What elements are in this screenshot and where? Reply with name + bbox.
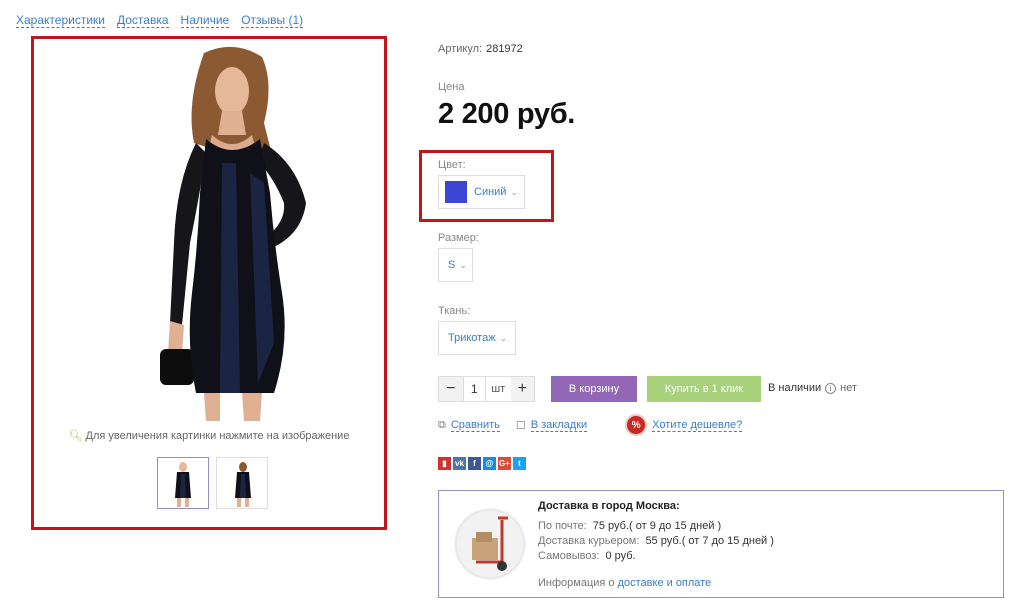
sku: Артикул: 281972 [438,43,523,55]
main-product-photo[interactable] [124,43,344,421]
qty-input[interactable]: 1 [462,377,487,401]
tab-characteristics[interactable]: Характеристики [16,13,105,28]
fabric-label: Ткань: [438,305,471,317]
qty-plus-button[interactable]: + [510,377,534,401]
add-to-cart-button[interactable]: В корзину [551,376,637,402]
info-icon[interactable]: i [825,382,837,394]
compare-icon: ⧉ [438,418,446,431]
discount-percent-icon: % [625,414,648,436]
product-gallery: 🔍︎ Для увеличения картинки нажмите на изо… [31,36,387,530]
tab-availability[interactable]: Наличие [180,13,230,28]
zoom-hint-text: Для увеличения картинки нажмите на изобр… [85,430,350,442]
google-plus-icon[interactable]: G+ [498,457,511,470]
product-tabs: Характеристики Доставка Наличие Отзывы (… [16,13,304,28]
delivery-row-pickup: Самовывоз: 0 руб. [538,550,636,562]
fabric-select[interactable]: Трикотаж ⌄ [438,321,516,355]
quantity-stepper: − 1 шт + [438,376,535,402]
bookmarks-link[interactable]: В закладки [530,419,588,432]
fabric-value: Трикотаж [448,332,496,344]
delivery-row-courier: Доставка курьером: 55 руб.( от 7 до 15 дн… [538,535,774,547]
chevron-down-icon: ⌄ [459,259,467,270]
delivery-payment-link[interactable]: доставке и оплате [618,577,712,589]
size-value: S [448,259,456,271]
buy-one-click-button[interactable]: Купить в 1 клик [647,376,761,402]
qty-minus-button[interactable]: − [439,377,463,401]
facebook-icon[interactable]: f [468,457,481,470]
price-label: Цена [438,81,465,93]
size-label: Размер: [438,232,479,244]
size-select[interactable]: S ⌄ [438,248,473,282]
vk-icon[interactable]: vk [453,457,466,470]
qty-unit: шт [491,383,506,395]
thumbnail-2[interactable] [216,457,268,509]
color-highlight-frame [419,150,554,222]
want-cheaper-link[interactable]: Хотите дешевле? [652,419,743,432]
product-actions: ⧉ Сравнить ☐ В закладки % Хотите дешевле… [438,413,743,437]
twitter-icon[interactable]: t [513,457,526,470]
thumbnail-1[interactable] [157,457,209,509]
delivery-info-box: Доставка в город Москва: По почте: 75 руб… [438,490,1004,598]
hand-truck-icon [454,508,526,580]
bookmark-share-icon[interactable]: ▮ [438,457,451,470]
thumbnail-strip [157,457,268,509]
delivery-title: Доставка в город Москва: [538,500,680,512]
tab-reviews[interactable]: Отзывы (1) [241,13,304,28]
tab-delivery[interactable]: Доставка [116,13,169,28]
bookmark-icon: ☐ [515,419,526,432]
chevron-down-icon: ⌄ [499,332,508,343]
mail-ru-icon[interactable]: @ [483,457,496,470]
compare-link[interactable]: Сравнить [450,419,500,432]
social-share: ▮ vk f @ G+ t [438,457,526,470]
delivery-row-post: По почте: 75 руб.( от 9 до 15 дней ) [538,520,722,532]
stock-status: В наличии i нет [768,382,857,394]
price: 2 200 руб. [438,98,576,130]
magnifier-icon: 🔍︎ [68,430,83,442]
delivery-info-line: Информация о доставке и оплате [538,577,712,589]
stock-label: В наличии [768,382,822,394]
stock-value: нет [840,382,858,394]
sku-value: 281972 [486,43,523,55]
